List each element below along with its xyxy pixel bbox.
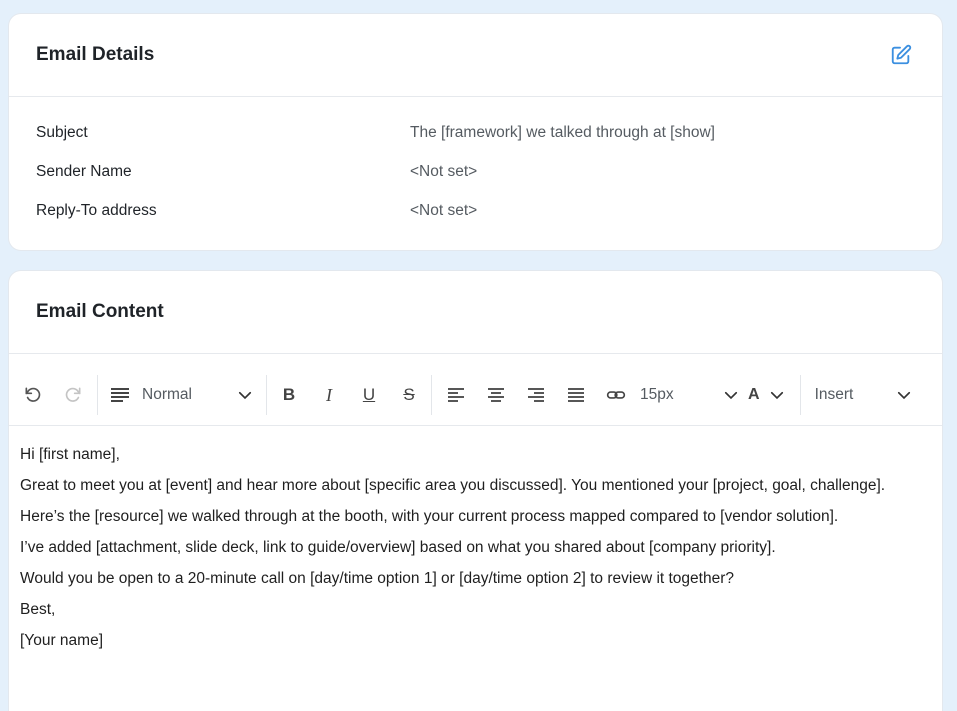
insert-label: Insert — [814, 386, 854, 403]
body-paragraph: Here’s the [resource] we walked through … — [20, 508, 839, 525]
align-right-icon — [528, 388, 544, 402]
paragraph-lines-icon — [111, 388, 129, 402]
edit-button[interactable] — [887, 41, 915, 69]
align-left-button[interactable] — [436, 378, 476, 412]
email-body-editor[interactable]: Hi [first name], Great to meet you at [e… — [9, 426, 942, 711]
detail-row-subject: Subject The [framework] we talked throug… — [9, 113, 942, 152]
sender-name-label: Sender Name — [36, 162, 132, 180]
italic-button[interactable]: I — [309, 378, 349, 412]
align-left-icon — [448, 388, 464, 402]
strikethrough-button[interactable]: S — [389, 378, 429, 412]
bold-button[interactable]: B — [269, 378, 309, 412]
detail-row-sender-name: Sender Name <Not set> — [9, 152, 942, 191]
body-paragraph: Hi [first name], — [20, 446, 120, 463]
edit-pencil-icon — [891, 44, 912, 65]
insert-group: Insert — [801, 375, 913, 415]
justify-button[interactable] — [556, 378, 596, 412]
subject-value: The [framework] we talked through at [sh… — [410, 123, 715, 141]
body-paragraph: I’ve added [attachment, slide deck, link… — [20, 539, 776, 556]
link-icon — [606, 391, 626, 399]
email-details-rows: Subject The [framework] we talked throug… — [9, 97, 942, 230]
underline-button[interactable]: U — [349, 378, 389, 412]
email-details-title: Email Details — [36, 44, 155, 65]
strikethrough-icon: S — [403, 385, 415, 404]
text-color-dropdown[interactable]: A — [748, 386, 800, 404]
align-justify-icon — [568, 388, 584, 402]
editor-toolbar: Normal B I U S 15px A Insert — [9, 365, 942, 426]
reply-to-value: <Not set> — [410, 201, 478, 219]
chevron-down-icon — [724, 391, 738, 400]
italic-icon: I — [326, 384, 332, 405]
align-center-icon — [488, 388, 504, 402]
link-button[interactable] — [596, 378, 636, 412]
email-content-card: Email Content Normal B I U S 15px A Inse… — [9, 271, 942, 711]
chevron-down-icon — [897, 391, 910, 400]
email-details-header: Email Details — [9, 14, 942, 97]
reply-to-label: Reply-To address — [36, 201, 157, 219]
body-paragraph: Best, — [20, 601, 56, 618]
redo-button[interactable] — [53, 378, 93, 412]
email-content-header: Email Content — [9, 271, 942, 354]
email-content-title: Email Content — [36, 301, 164, 322]
align-right-button[interactable] — [516, 378, 556, 412]
body-paragraph: Would you be open to a 20-minute call on… — [20, 570, 734, 587]
email-details-card: Email Details Subject The [framework] we… — [9, 14, 942, 250]
align-center-button[interactable] — [476, 378, 516, 412]
block-format-value: Normal — [142, 386, 192, 403]
undo-icon — [25, 387, 41, 402]
insert-dropdown[interactable]: Insert — [815, 386, 913, 404]
chevron-down-icon — [238, 391, 252, 400]
redo-icon — [65, 387, 81, 402]
chevron-down-icon — [770, 391, 783, 400]
font-size-dropdown[interactable]: 15px — [636, 386, 748, 404]
body-paragraph: [Your name] — [20, 632, 104, 649]
text-color-icon: A — [748, 386, 760, 403]
paragraph-group: 15px A — [432, 375, 801, 415]
block-format-group: Normal — [98, 375, 267, 415]
bold-icon: B — [282, 385, 296, 404]
body-paragraph: Great to meet you at [event] and hear mo… — [20, 477, 886, 494]
sender-name-value: <Not set> — [410, 162, 478, 180]
undo-button[interactable] — [13, 378, 53, 412]
history-group — [9, 375, 98, 415]
block-format-dropdown[interactable]: Normal — [110, 386, 254, 404]
inline-format-group: B I U S — [267, 375, 432, 415]
subject-label: Subject — [36, 123, 88, 141]
detail-row-reply-to: Reply-To address <Not set> — [9, 191, 942, 230]
underline-icon: U — [362, 385, 376, 404]
font-size-value: 15px — [640, 386, 674, 403]
